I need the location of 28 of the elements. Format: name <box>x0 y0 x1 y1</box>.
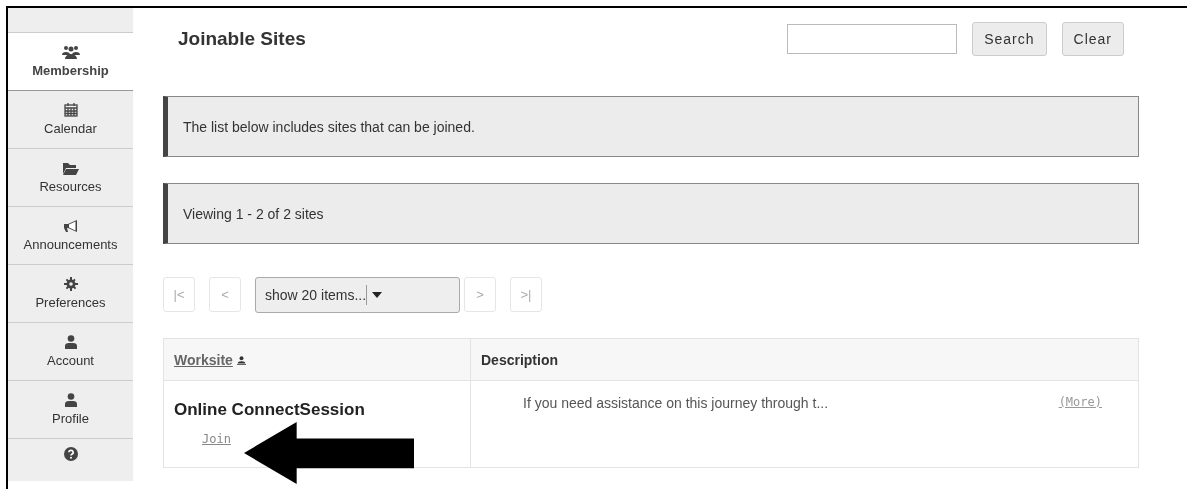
help-icon <box>63 447 78 461</box>
site-name: Online ConnectSession <box>174 400 366 420</box>
info-notice: Viewing 1 - 2 of 2 sites <box>163 183 1139 244</box>
page-size-dropdown[interactable]: show 20 items... <box>255 276 460 313</box>
site-description: If you need assistance on this journey through t... <box>523 395 830 411</box>
sidebar-item[interactable]: Resources <box>8 149 133 207</box>
sidebar-item[interactable]: Announcements <box>8 207 133 265</box>
caret-icon <box>372 291 383 298</box>
group-icon <box>61 45 80 59</box>
gear-icon <box>63 277 78 291</box>
sidebar-item[interactable]: Account <box>8 323 133 381</box>
sidebar-item[interactable]: Calendar <box>8 91 133 149</box>
sort-link[interactable]: Worksite <box>174 351 233 368</box>
calendar-icon <box>63 103 78 117</box>
sidebar-item[interactable]: Profile <box>8 381 133 439</box>
search-button[interactable]: Search <box>972 22 1047 56</box>
page-title: Joinable Sites <box>178 28 307 50</box>
sidebar-item[interactable] <box>8 439 133 481</box>
info-notice: The list below includes sites that can be joined. <box>163 96 1139 157</box>
search-field[interactable] <box>787 24 958 54</box>
clear-button[interactable]: Clear <box>1061 22 1124 56</box>
user-icon <box>64 335 77 349</box>
column-title: Description <box>481 351 558 368</box>
megaphone-icon <box>62 219 79 233</box>
sidebar-item[interactable]: Preferences <box>8 265 133 323</box>
join-link[interactable]: Join <box>202 432 231 446</box>
folder-icon <box>62 161 79 175</box>
user-icon <box>64 393 77 407</box>
